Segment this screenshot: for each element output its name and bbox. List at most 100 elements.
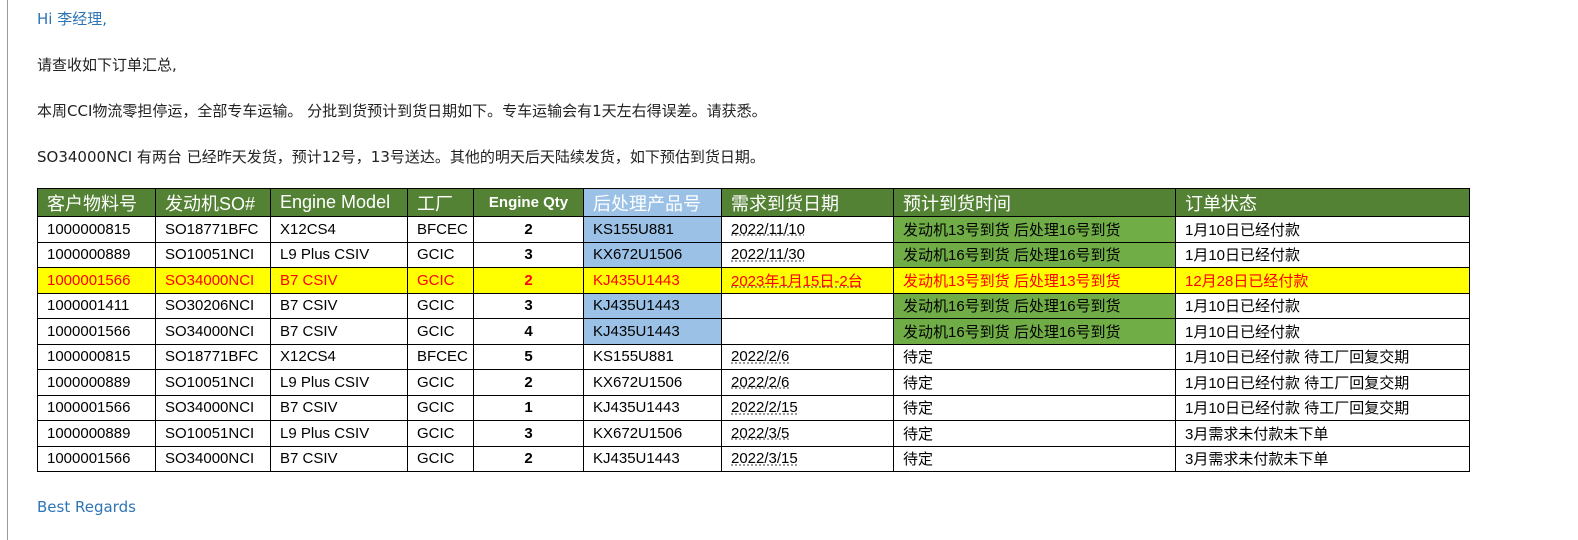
cell-aftertreatment-product: KX672U1506 (583, 369, 722, 396)
cell-engine-model: L9 Plus CSIV (270, 369, 408, 396)
cell-engine-qty: 4 (473, 318, 584, 345)
cell-order-status: 1月10日已经付款 待工厂回复交期 (1175, 394, 1470, 421)
cell-required-date (721, 292, 894, 319)
cell-plant: BFCEC (407, 343, 474, 370)
cell-part-number: 1000000815 (37, 343, 156, 370)
cell-required-date: 2022/11/10 (721, 216, 894, 243)
signature: Best Regards (37, 498, 136, 516)
cell-plant: GCIC (407, 394, 474, 421)
cell-eta: 发动机13号到货 后处理13号到货 (893, 267, 1176, 294)
cell-eta: 发动机16号到货 后处理16号到货 (893, 241, 1176, 268)
cell-engine-qty: 3 (473, 420, 584, 447)
cell-part-number: 1000001566 (37, 267, 156, 294)
cell-aftertreatment-product: KS155U881 (583, 216, 722, 243)
table-row: 1000000889 SO10051NCI L9 Plus CSIV GCIC 2 KX6… (37, 369, 1470, 396)
cell-engine-model: X12CS4 (270, 216, 408, 243)
cell-engine-so: SO30206NCI (155, 292, 271, 319)
col-header-part-number: 客户物料号 (37, 188, 156, 217)
cell-engine-so: SO34000NCI (155, 318, 271, 345)
cell-engine-so: SO34000NCI (155, 394, 271, 421)
cell-required-date: 2022/2/6 (721, 343, 894, 370)
cell-part-number: 1000000889 (37, 241, 156, 268)
cell-eta: 待定 (893, 445, 1176, 472)
cell-engine-so: SO34000NCI (155, 445, 271, 472)
table-row: 1000001566 SO34000NCI B7 CSIV GCIC 2 KJ435U14… (37, 267, 1470, 294)
cell-part-number: 1000000815 (37, 216, 156, 243)
shipment-paragraph: SO34000NCI 有两台 已经昨天发货，预计12号，13号送达。其他的明天后… (37, 148, 765, 166)
cell-engine-qty: 2 (473, 445, 584, 472)
col-header-engine-model: Engine Model (270, 188, 408, 217)
cell-engine-so: SO18771BFC (155, 343, 271, 370)
cell-eta: 发动机13号到货 后处理16号到货 (893, 216, 1176, 243)
cell-engine-qty: 2 (473, 369, 584, 396)
cell-engine-model: B7 CSIV (270, 394, 408, 421)
cell-aftertreatment-product: KJ435U1443 (583, 267, 722, 294)
cell-eta: 待定 (893, 369, 1176, 396)
cell-plant: GCIC (407, 369, 474, 396)
cell-engine-qty: 5 (473, 343, 584, 370)
cell-aftertreatment-product: KJ435U1443 (583, 318, 722, 345)
col-header-order-status: 订单状态 (1175, 188, 1470, 217)
notice-paragraph: 本周CCI物流零担停运，全部专车运输。 分批到货预计到货日期如下。专车运输会有1… (37, 102, 767, 120)
cell-part-number: 1000001411 (37, 292, 156, 319)
cell-order-status: 12月28日已经付款 (1175, 267, 1470, 294)
cell-part-number: 1000001566 (37, 445, 156, 472)
col-header-engine-qty: Engine Qty (473, 188, 584, 217)
table-row: 1000001566 SO34000NCI B7 CSIV GCIC 2 KJ435U14… (37, 445, 1470, 472)
cell-eta: 待定 (893, 343, 1176, 370)
cell-engine-qty: 2 (473, 216, 584, 243)
cell-order-status: 1月10日已经付款 (1175, 292, 1470, 319)
cell-part-number: 1000001566 (37, 394, 156, 421)
cell-part-number: 1000000889 (37, 369, 156, 396)
cell-order-status: 1月10日已经付款 (1175, 241, 1470, 268)
intro-line: 请查收如下订单汇总, (37, 56, 177, 74)
cell-required-date: 2022/11/30 (721, 241, 894, 268)
table-row: 1000000815 SO18771BFC X12CS4 BFCEC 2 KS155U88… (37, 216, 1470, 243)
cell-aftertreatment-product: KX672U1506 (583, 420, 722, 447)
table-row: 1000000889 SO10051NCI L9 Plus CSIV GCIC 3 KX6… (37, 420, 1470, 447)
window-left-border (7, 0, 8, 540)
cell-order-status: 1月10日已经付款 待工厂回复交期 (1175, 343, 1470, 370)
table-row: 1000001566 SO34000NCI B7 CSIV GCIC 1 KJ435U14… (37, 394, 1470, 421)
cell-eta: 待定 (893, 420, 1176, 447)
cell-plant: GCIC (407, 445, 474, 472)
cell-aftertreatment-product: KS155U881 (583, 343, 722, 370)
cell-aftertreatment-product: KX672U1506 (583, 241, 722, 268)
cell-plant: GCIC (407, 420, 474, 447)
cell-engine-so: SO34000NCI (155, 267, 271, 294)
cell-aftertreatment-product: KJ435U1443 (583, 292, 722, 319)
col-header-plant: 工厂 (407, 188, 474, 217)
table-header-row: 客户物料号 发动机SO# Engine Model 工厂 Engine Qty … (37, 188, 1470, 217)
table-row: 1000000815 SO18771BFC X12CS4 BFCEC 5 KS155U88… (37, 343, 1470, 370)
col-header-required-date: 需求到货日期 (721, 188, 894, 217)
col-header-engine-so: 发动机SO# (155, 188, 271, 217)
cell-order-status: 1月10日已经付款 (1175, 216, 1470, 243)
cell-engine-model: L9 Plus CSIV (270, 420, 408, 447)
cell-aftertreatment-product: KJ435U1443 (583, 445, 722, 472)
cell-part-number: 1000001566 (37, 318, 156, 345)
cell-required-date: 2022/2/6 (721, 369, 894, 396)
cell-engine-so: SO10051NCI (155, 420, 271, 447)
cell-required-date: 2022/2/15 (721, 394, 894, 421)
cell-engine-model: L9 Plus CSIV (270, 241, 408, 268)
cell-required-date: 2023年1月15日-2台 (721, 267, 894, 294)
order-summary-table: 客户物料号 发动机SO# Engine Model 工厂 Engine Qty … (37, 188, 1470, 472)
cell-eta: 待定 (893, 394, 1176, 421)
cell-plant: GCIC (407, 292, 474, 319)
table-row: 1000000889 SO10051NCI L9 Plus CSIV GCIC 3 KX6… (37, 241, 1470, 268)
cell-required-date: 2022/3/15 (721, 445, 894, 472)
cell-plant: GCIC (407, 318, 474, 345)
cell-engine-so: SO10051NCI (155, 369, 271, 396)
cell-order-status: 1月10日已经付款 (1175, 318, 1470, 345)
cell-order-status: 1月10日已经付款 待工厂回复交期 (1175, 369, 1470, 396)
cell-engine-qty: 2 (473, 267, 584, 294)
cell-required-date (721, 318, 894, 345)
cell-part-number: 1000000889 (37, 420, 156, 447)
cell-engine-model: B7 CSIV (270, 292, 408, 319)
cell-required-date: 2022/3/5 (721, 420, 894, 447)
cell-engine-so: SO10051NCI (155, 241, 271, 268)
table-row: 1000001411 SO30206NCI B7 CSIV GCIC 3 KJ435U14… (37, 292, 1470, 319)
cell-engine-so: SO18771BFC (155, 216, 271, 243)
cell-order-status: 3月需求未付款未下单 (1175, 420, 1470, 447)
cell-engine-qty: 3 (473, 292, 584, 319)
